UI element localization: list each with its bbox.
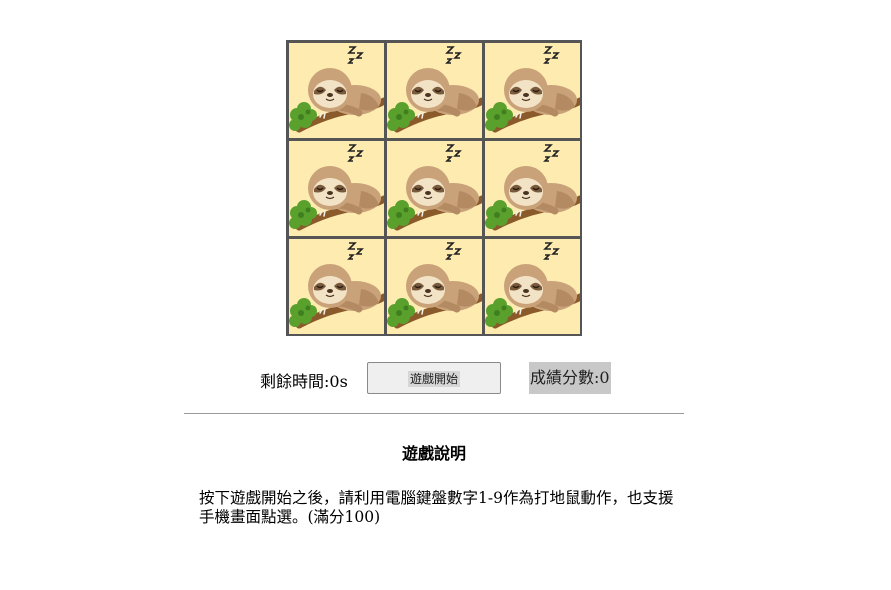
divider <box>184 413 684 414</box>
sleeping-sloth-icon <box>289 239 384 334</box>
start-game-button-label: 遊戲開始 <box>407 370 460 387</box>
instructions-title: 遊戲說明 <box>401 444 466 463</box>
mole-hole-1[interactable] <box>289 43 384 138</box>
mole-hole-5[interactable] <box>387 141 482 236</box>
sleeping-sloth-icon <box>387 43 482 138</box>
mole-hole-7[interactable] <box>289 239 384 334</box>
sleeping-sloth-icon <box>485 43 580 138</box>
game-board <box>286 40 582 336</box>
sleeping-sloth-icon <box>289 141 384 236</box>
mole-hole-6[interactable] <box>485 141 580 236</box>
sleeping-sloth-icon <box>485 141 580 236</box>
sleeping-sloth-icon <box>289 43 384 138</box>
game-controls: 剩餘時間:0s 遊戲開始 成績分數:0 <box>0 362 891 396</box>
mole-hole-9[interactable] <box>485 239 580 334</box>
score-label: 成績分數:0 <box>529 362 611 394</box>
sleeping-sloth-icon <box>485 239 580 334</box>
instructions-text: 按下遊戲開始之後，請利用電腦鍵盤數字1-9作為打地鼠動作，也支援手機畫面點選。(… <box>199 489 674 526</box>
sleeping-sloth-icon <box>387 239 482 334</box>
start-game-button[interactable]: 遊戲開始 <box>367 362 501 394</box>
remaining-time-label: 剩餘時間:0s <box>260 372 348 391</box>
mole-hole-2[interactable] <box>387 43 482 138</box>
mole-hole-8[interactable] <box>387 239 482 334</box>
sleeping-sloth-icon <box>387 141 482 236</box>
mole-hole-4[interactable] <box>289 141 384 236</box>
mole-hole-3[interactable] <box>485 43 580 138</box>
